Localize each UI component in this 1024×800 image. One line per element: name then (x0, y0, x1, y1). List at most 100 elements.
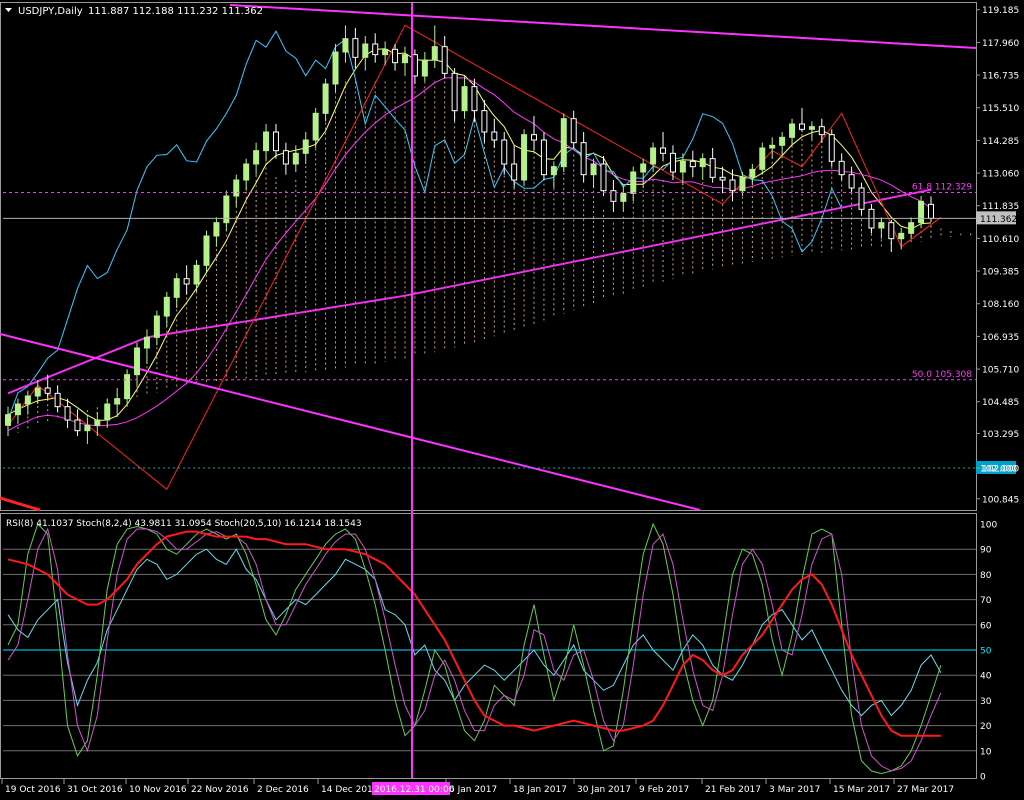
candle-body (660, 147, 667, 154)
candle-body (501, 139, 508, 165)
candle-body (114, 398, 121, 405)
candle-body (838, 160, 845, 176)
date-tick-label: 3 Mar 2017 (769, 785, 820, 795)
date-tick-label: 27 Mar 2017 (897, 785, 954, 795)
candle-body (203, 235, 210, 266)
date-tick-label: 9 Feb 2017 (639, 785, 689, 795)
candle-body (143, 336, 150, 349)
osc-tick-label: 80 (980, 571, 992, 581)
candle-body (94, 419, 101, 426)
candle-body (411, 54, 418, 77)
candle-body (908, 222, 915, 234)
date-tick-label: 10 Nov 2016 (129, 785, 187, 795)
candle-body (24, 395, 31, 405)
price-tick-label: 110.610 (982, 235, 1019, 245)
candle-body (789, 123, 796, 138)
candle-body (689, 160, 696, 168)
candle-body (233, 179, 240, 197)
candle-body (669, 152, 676, 173)
price-tick-label: 105.710 (982, 366, 1019, 376)
candle-body (590, 163, 597, 176)
candle-body (630, 171, 637, 194)
candle-body (928, 203, 934, 219)
candle-body (451, 72, 458, 112)
price-tick-label: 102.000 (982, 465, 1019, 475)
candle-body (401, 54, 408, 64)
candle-body (798, 123, 805, 130)
candle-body (362, 43, 369, 58)
candle-body (550, 166, 557, 176)
candle-body (322, 83, 329, 114)
fib-level-label: 50.0 105.308 (912, 370, 972, 380)
candle-body (719, 176, 726, 181)
candle-body (679, 160, 686, 173)
candle-body (282, 150, 289, 165)
candle-body (828, 134, 835, 162)
date-tick-label: 22 Nov 2016 (191, 785, 249, 795)
candle-body (878, 222, 885, 229)
price-tick-label: 103.295 (982, 430, 1019, 440)
candle-body (471, 86, 478, 112)
candle-body (818, 126, 825, 136)
candle-body (14, 403, 21, 416)
fib-level-label: 61.8 112.329 (912, 183, 972, 193)
osc-tick-label: 50 (980, 647, 992, 657)
chart-background (0, 0, 1024, 800)
candle-body (163, 296, 170, 317)
candle-body (104, 403, 111, 421)
candle-body (431, 46, 438, 61)
osc-tick-label: 100 (980, 521, 997, 531)
crosshair-date-label: 2016.12.31 00:00 (374, 785, 455, 795)
candle-body (292, 152, 299, 165)
price-tick-label: 109.385 (982, 268, 1019, 278)
date-tick-label: 15 Mar 2017 (833, 785, 890, 795)
candle-body (54, 392, 61, 408)
candle-body (739, 176, 746, 192)
candle-body (779, 136, 786, 146)
price-tick-label: 113.060 (982, 170, 1019, 180)
candle-body (769, 144, 776, 149)
candle-body (5, 414, 11, 426)
candle-body (560, 118, 567, 168)
date-tick-label: 2 Dec 2016 (257, 785, 309, 795)
candle-body (898, 232, 905, 240)
candle-body (858, 187, 865, 210)
date-tick-label: 6 Jan 2017 (449, 785, 497, 795)
candle-body (511, 163, 518, 181)
osc-tick-label: 70 (980, 596, 992, 606)
price-tick-label: 111.835 (982, 202, 1019, 212)
candle-body (531, 134, 538, 141)
price-tick-label: 115.510 (982, 104, 1019, 114)
candle-body (461, 86, 468, 112)
symbol-title: USDJPY,Daily (18, 6, 83, 17)
candle-body (302, 139, 309, 154)
candle-body (759, 147, 766, 170)
date-tick-label: 18 Jan 2017 (513, 785, 567, 795)
candle-body (193, 264, 200, 285)
date-tick-label: 21 Feb 2017 (705, 785, 761, 795)
osc-tick-label: 10 (980, 747, 992, 757)
candle-body (441, 46, 448, 74)
osc-tick-label: 0 (980, 773, 986, 783)
candle-body (521, 134, 528, 181)
candle-body (342, 38, 349, 53)
osc-tick-label: 30 (980, 697, 992, 707)
price-tick-label: 104.485 (982, 398, 1019, 408)
candle-body (580, 142, 587, 176)
candle-body (213, 222, 220, 237)
candle-body (173, 278, 180, 298)
candle-body (918, 200, 925, 224)
candle-body (352, 38, 359, 58)
chart[interactable]: 61.8 112.329 50.0 105.308 102.000 111.362 1… (0, 0, 1024, 800)
price-tick-label: 114.285 (982, 137, 1019, 147)
osc-tick-label: 90 (980, 546, 992, 556)
candle-body (620, 192, 627, 202)
candle-body (570, 118, 577, 144)
candle-body (124, 374, 131, 400)
candle-body (600, 163, 607, 192)
candle-body (34, 387, 41, 397)
candle-body (749, 168, 756, 178)
date-tick-label: 14 Dec 2016 (321, 785, 379, 795)
price-tick-label: 100.845 (982, 495, 1019, 505)
osc-tick-label: 20 (980, 722, 992, 732)
